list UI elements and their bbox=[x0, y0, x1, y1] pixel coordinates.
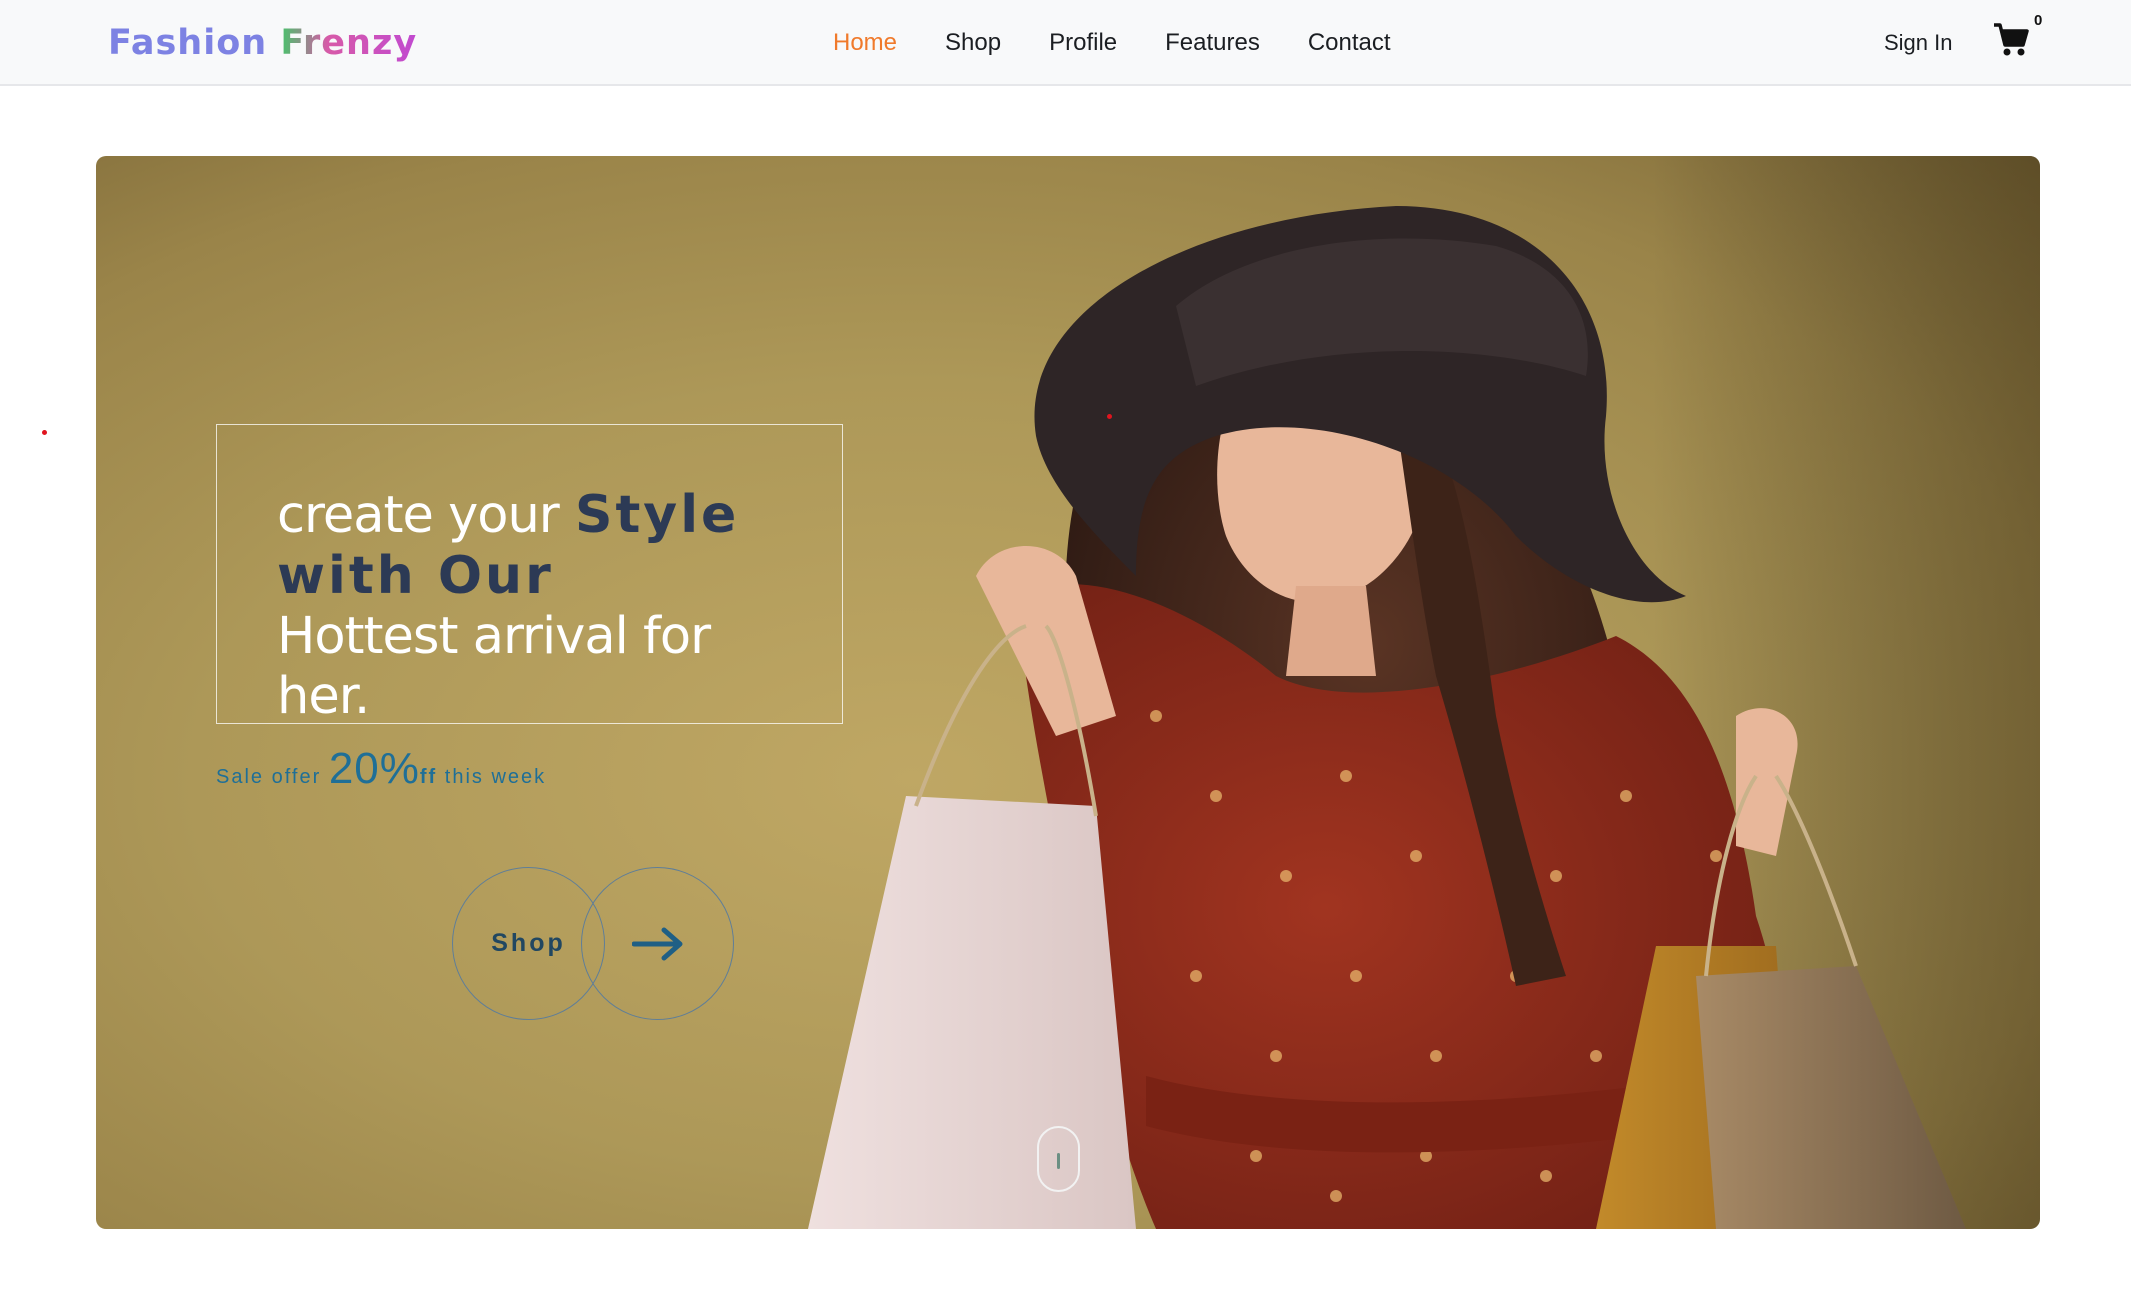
sale-prefix: Sale offer bbox=[216, 766, 322, 788]
nav-item-contact[interactable]: Contact bbox=[1308, 22, 1391, 64]
headline-line3: Hottest arrival for her. bbox=[277, 607, 711, 726]
headline-box: create your Style with Our Hottest arriv… bbox=[216, 424, 843, 727]
red-dot-marker bbox=[42, 430, 47, 435]
scroll-mouse-icon[interactable] bbox=[1037, 1126, 1080, 1192]
navbar: Fashion Frenzy Home Shop Profile Feature… bbox=[0, 0, 2131, 86]
nav-item-shop[interactable]: Shop bbox=[945, 22, 1001, 64]
main-nav: Home Shop Profile Features Contact bbox=[833, 22, 1439, 64]
headline-line1: create your bbox=[277, 486, 560, 545]
brand-logo[interactable]: Fashion Frenzy bbox=[108, 20, 417, 66]
nav-item-features[interactable]: Features bbox=[1165, 22, 1260, 64]
nav-item-profile[interactable]: Profile bbox=[1049, 22, 1117, 64]
brand-word-fashion: Fashion bbox=[108, 23, 268, 63]
sale-offer: Sale offer 20%ff this week bbox=[216, 744, 546, 794]
cart-count-badge: 0 bbox=[2034, 12, 2043, 29]
nav-item-home[interactable]: Home bbox=[833, 22, 897, 64]
red-dot-marker bbox=[1107, 414, 1112, 419]
sale-ff: ff bbox=[419, 766, 438, 788]
sale-percent: 20% bbox=[328, 744, 420, 793]
brand-word-frenzy: Frenzy bbox=[280, 23, 418, 63]
scroll-wheel bbox=[1057, 1153, 1060, 1169]
hero-banner: create your Style with Our Hottest arriv… bbox=[96, 156, 2040, 1229]
sale-suffix: this week bbox=[444, 766, 547, 788]
arrow-right-icon bbox=[632, 927, 683, 961]
arrow-right-button[interactable] bbox=[581, 867, 734, 1020]
shopping-cart-icon[interactable] bbox=[1992, 22, 2034, 62]
hero-headline: create your Style with Our Hottest arriv… bbox=[277, 485, 817, 727]
sign-in-link[interactable]: Sign In bbox=[1884, 22, 1953, 64]
